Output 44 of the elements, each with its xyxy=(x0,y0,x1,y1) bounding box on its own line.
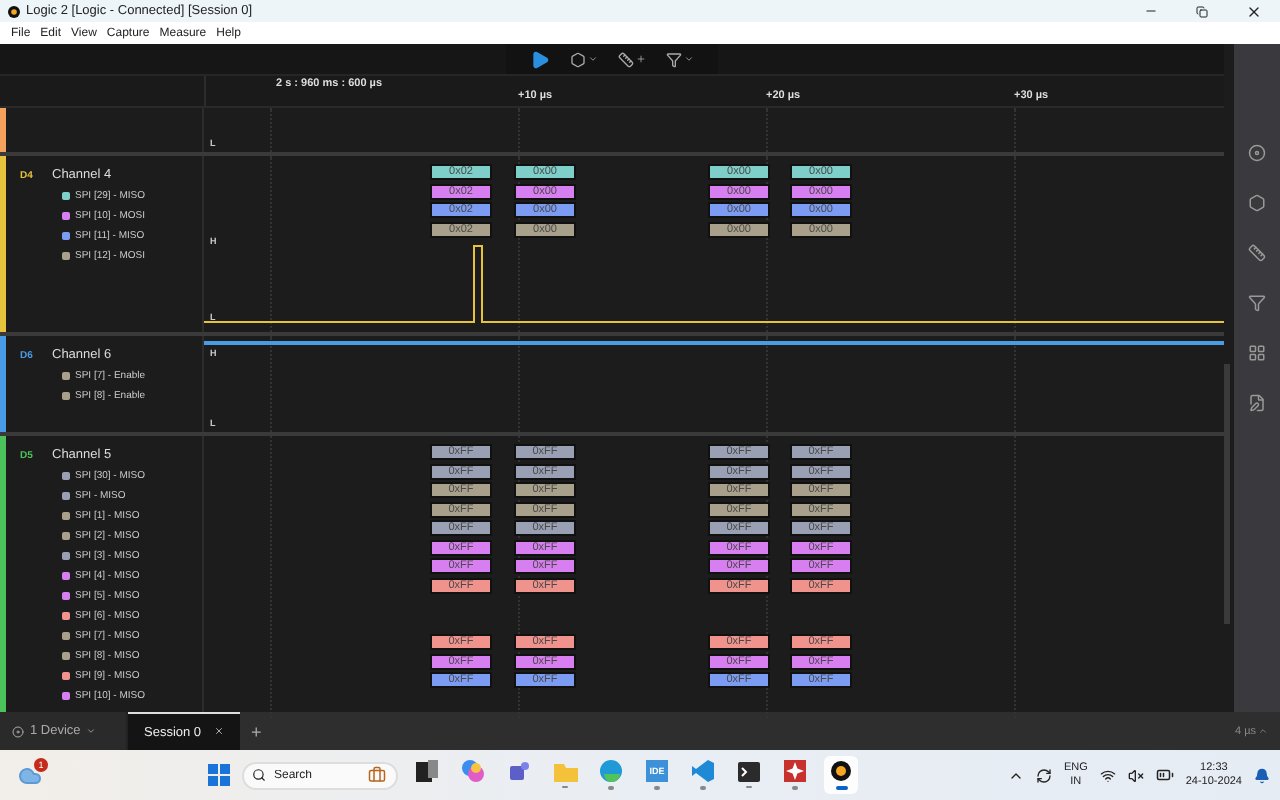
funnel-icon xyxy=(666,51,682,67)
grid-icon[interactable] xyxy=(1248,344,1266,362)
wifi-icon[interactable] xyxy=(1099,767,1116,783)
folder-icon xyxy=(553,761,577,782)
gear-icon xyxy=(830,760,852,783)
ruler-icon[interactable] xyxy=(1248,244,1266,262)
measure-button[interactable] xyxy=(618,47,646,71)
plus-icon xyxy=(636,54,646,64)
restore-icon xyxy=(1196,5,1208,17)
taskbar-app[interactable] xyxy=(732,756,766,794)
start-icon[interactable] xyxy=(208,764,230,786)
caret-icon xyxy=(86,726,97,736)
marker-button[interactable] xyxy=(666,47,694,71)
briefcase-icon xyxy=(368,766,386,784)
battery-icon[interactable] xyxy=(1155,766,1174,784)
device-icon xyxy=(12,725,24,737)
search-icon xyxy=(252,768,266,782)
trigger-button[interactable] xyxy=(570,47,598,71)
note-edit-icon[interactable] xyxy=(1248,394,1266,412)
code-editor-icon xyxy=(692,760,714,783)
disc-icon[interactable] xyxy=(1248,144,1266,162)
caret-icon xyxy=(684,54,694,64)
minimize-icon xyxy=(1143,4,1157,18)
hexagon-icon xyxy=(570,51,586,67)
play-icon xyxy=(530,49,550,69)
play-button[interactable] xyxy=(530,47,550,71)
swirl-icon xyxy=(462,760,484,783)
people-icon xyxy=(508,760,530,783)
close-icon xyxy=(1246,3,1262,19)
mute-icon[interactable] xyxy=(1127,767,1144,783)
terminal-icon xyxy=(738,761,760,782)
window-icon xyxy=(416,760,438,783)
caret-icon xyxy=(1258,726,1268,736)
app-logo-icon xyxy=(8,5,20,17)
sync-icon[interactable] xyxy=(1035,767,1052,783)
caret-icon xyxy=(588,54,598,64)
hexagon-icon[interactable] xyxy=(1248,194,1266,212)
burst-icon xyxy=(784,760,806,783)
add-tab-button[interactable]: + xyxy=(239,712,274,750)
globe-icon xyxy=(600,760,622,783)
bell-icon[interactable] xyxy=(1254,767,1270,783)
taskbar-app[interactable] xyxy=(824,756,858,794)
ruler-icon xyxy=(618,51,634,67)
funnel-icon[interactable] xyxy=(1248,294,1266,312)
